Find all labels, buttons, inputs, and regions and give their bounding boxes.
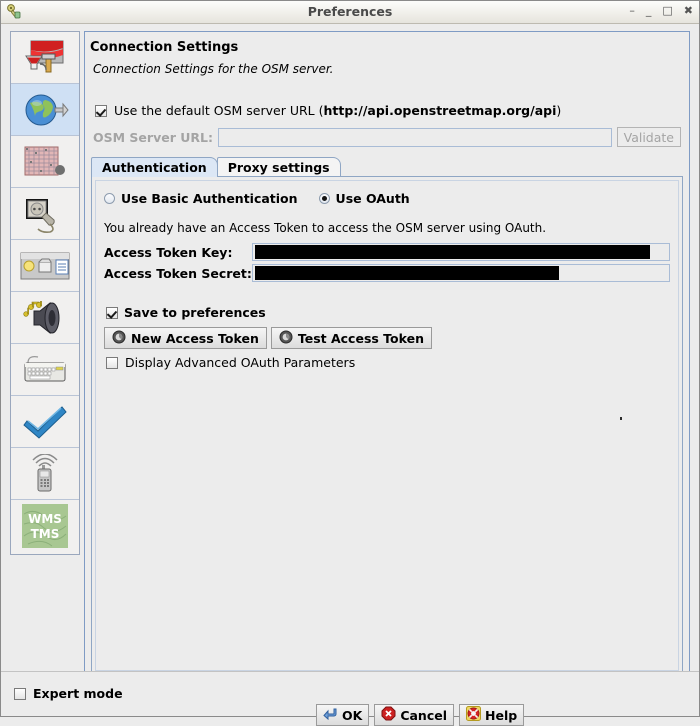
expert-mode-label: Expert mode — [33, 686, 123, 701]
basic-auth-radio[interactable] — [104, 193, 115, 204]
test-access-token-label: Test Access Token — [297, 330, 424, 346]
basic-auth-label: Use Basic Authentication — [121, 191, 298, 206]
cancel-button-label: Cancel — [400, 707, 447, 723]
server-url-input[interactable] — [217, 127, 612, 147]
sidebar-item-imagery-settings[interactable]: WMS TMS — [11, 500, 79, 552]
sidebar-item-validator-settings[interactable] — [11, 396, 79, 448]
oauth-token-icon — [279, 330, 293, 347]
auth-tab-strip: Authentication Proxy settings — [91, 156, 341, 177]
save-to-preferences-row[interactable]: Save to preferences — [106, 305, 266, 320]
access-token-key-redaction — [255, 245, 651, 259]
expert-mode-row[interactable]: Expert mode — [14, 686, 123, 701]
sidebar-item-toolbar-settings[interactable] — [11, 240, 79, 292]
use-default-url-text-suffix: ) — [556, 103, 562, 118]
window-title: Preferences — [307, 4, 393, 19]
authentication-tab-panel: Use Basic Authentication Use OAuth You a… — [91, 176, 683, 675]
window-controls: – _ □ ✖ — [629, 4, 693, 18]
help-button-label: Help — [485, 707, 518, 723]
default-url-value: http://api.openstreetmap.org/api — [323, 103, 557, 118]
page-subtitle: Connection Settings for the OSM server. — [93, 62, 334, 76]
server-url-row: OSM Server URL: Validate — [93, 127, 681, 147]
shade-button[interactable]: – — [629, 4, 635, 18]
cursor-artifact — [620, 417, 622, 420]
power-socket-plug-icon — [20, 194, 70, 234]
tab-proxy-settings[interactable]: Proxy settings — [216, 157, 341, 177]
tms-label: TMS — [31, 527, 60, 541]
use-default-url-row[interactable]: Use the default OSM server URL (http://a… — [95, 103, 561, 118]
oauth-token-icon — [112, 330, 126, 347]
access-token-secret-redaction — [255, 266, 559, 280]
enter-arrow-icon — [323, 707, 338, 724]
advanced-oauth-row[interactable]: Display Advanced OAuth Parameters — [106, 355, 355, 370]
cancel-button[interactable]: Cancel — [374, 704, 454, 726]
oauth-radio[interactable] — [318, 193, 330, 204]
grid-map-icon — [20, 142, 70, 182]
tab-authentication[interactable]: Authentication — [91, 157, 218, 177]
display-advanced-oauth-label: Display Advanced OAuth Parameters — [125, 355, 356, 370]
speaker-music-icon — [20, 298, 70, 338]
preferences-window: Preferences – _ □ ✖ WMS TMS Connection S… — [0, 0, 700, 726]
auth-method-row: Use Basic Authentication Use OAuth — [104, 191, 410, 206]
close-button[interactable]: ✖ — [684, 4, 693, 18]
minimize-button[interactable]: _ — [646, 4, 652, 18]
test-access-token-button[interactable]: Test Access Token — [270, 327, 432, 349]
server-url-label: OSM Server URL: — [93, 129, 213, 145]
access-token-secret-input[interactable] — [252, 264, 670, 282]
keyboard-icon — [20, 353, 70, 387]
access-token-key-row: Access Token Key: — [104, 243, 670, 261]
toolbar-window-icon — [19, 249, 71, 283]
ok-button-label: OK — [342, 707, 363, 723]
page-title: Connection Settings — [90, 40, 239, 55]
access-token-secret-row: Access Token Secret: — [104, 264, 670, 282]
expert-mode-checkbox[interactable] — [14, 687, 26, 700]
lifebuoy-help-icon — [466, 706, 481, 724]
connection-settings-panel: Connection Settings Connection Settings … — [84, 31, 690, 686]
title-bar: Preferences – _ □ ✖ — [1, 1, 699, 24]
sidebar-item-connection-settings[interactable] — [11, 84, 79, 136]
paint-roller-icon — [20, 38, 70, 78]
ok-button[interactable]: OK — [316, 704, 370, 726]
authentication-tab-content: Use Basic Authentication Use OAuth You a… — [95, 180, 679, 671]
oauth-label: Use OAuth — [335, 191, 410, 206]
wms-label: WMS — [28, 512, 62, 526]
dialog-action-buttons: OK Cancel Help — [316, 704, 525, 726]
access-token-key-input[interactable] — [252, 243, 670, 261]
maximize-button[interactable]: □ — [662, 4, 672, 18]
help-button[interactable]: Help — [459, 704, 525, 726]
blue-checkmark-icon — [22, 404, 68, 440]
sidebar-item-audio-settings[interactable] — [11, 292, 79, 344]
globe-plug-icon — [20, 90, 70, 130]
use-default-url-label: Use the default OSM server URL (http://a… — [114, 103, 561, 118]
access-token-key-label: Access Token Key: — [104, 244, 233, 260]
new-access-token-label: New Access Token — [131, 330, 259, 346]
display-advanced-oauth-checkbox[interactable] — [106, 356, 118, 369]
sidebar-item-shortcut-settings[interactable] — [11, 344, 79, 396]
sidebar-item-remote-control-settings[interactable] — [11, 448, 79, 500]
sidebar-item-plugins-settings[interactable] — [11, 188, 79, 240]
use-default-url-checkbox[interactable] — [95, 104, 107, 117]
red-octagon-cancel-icon — [381, 706, 396, 724]
dialog-body: WMS TMS Connection Settings Connection S… — [1, 23, 699, 726]
new-access-token-button[interactable]: New Access Token — [104, 327, 267, 349]
remote-control-icon — [25, 453, 65, 494]
wms-tms-icon: WMS TMS — [22, 504, 68, 548]
validate-button[interactable]: Validate — [616, 127, 681, 147]
preferences-sidebar: WMS TMS — [10, 31, 80, 555]
use-default-url-text-prefix: Use the default OSM server URL ( — [114, 103, 324, 118]
sidebar-item-display-settings[interactable] — [11, 32, 79, 84]
save-to-preferences-label: Save to preferences — [124, 305, 266, 320]
oauth-info-text: You already have an Access Token to acce… — [104, 221, 547, 235]
sidebar-item-map-settings[interactable] — [11, 136, 79, 188]
token-buttons-row: New Access Token Test Access Token — [104, 327, 432, 349]
access-token-secret-label: Access Token Secret: — [104, 265, 252, 281]
save-to-preferences-checkbox[interactable] — [106, 306, 118, 319]
